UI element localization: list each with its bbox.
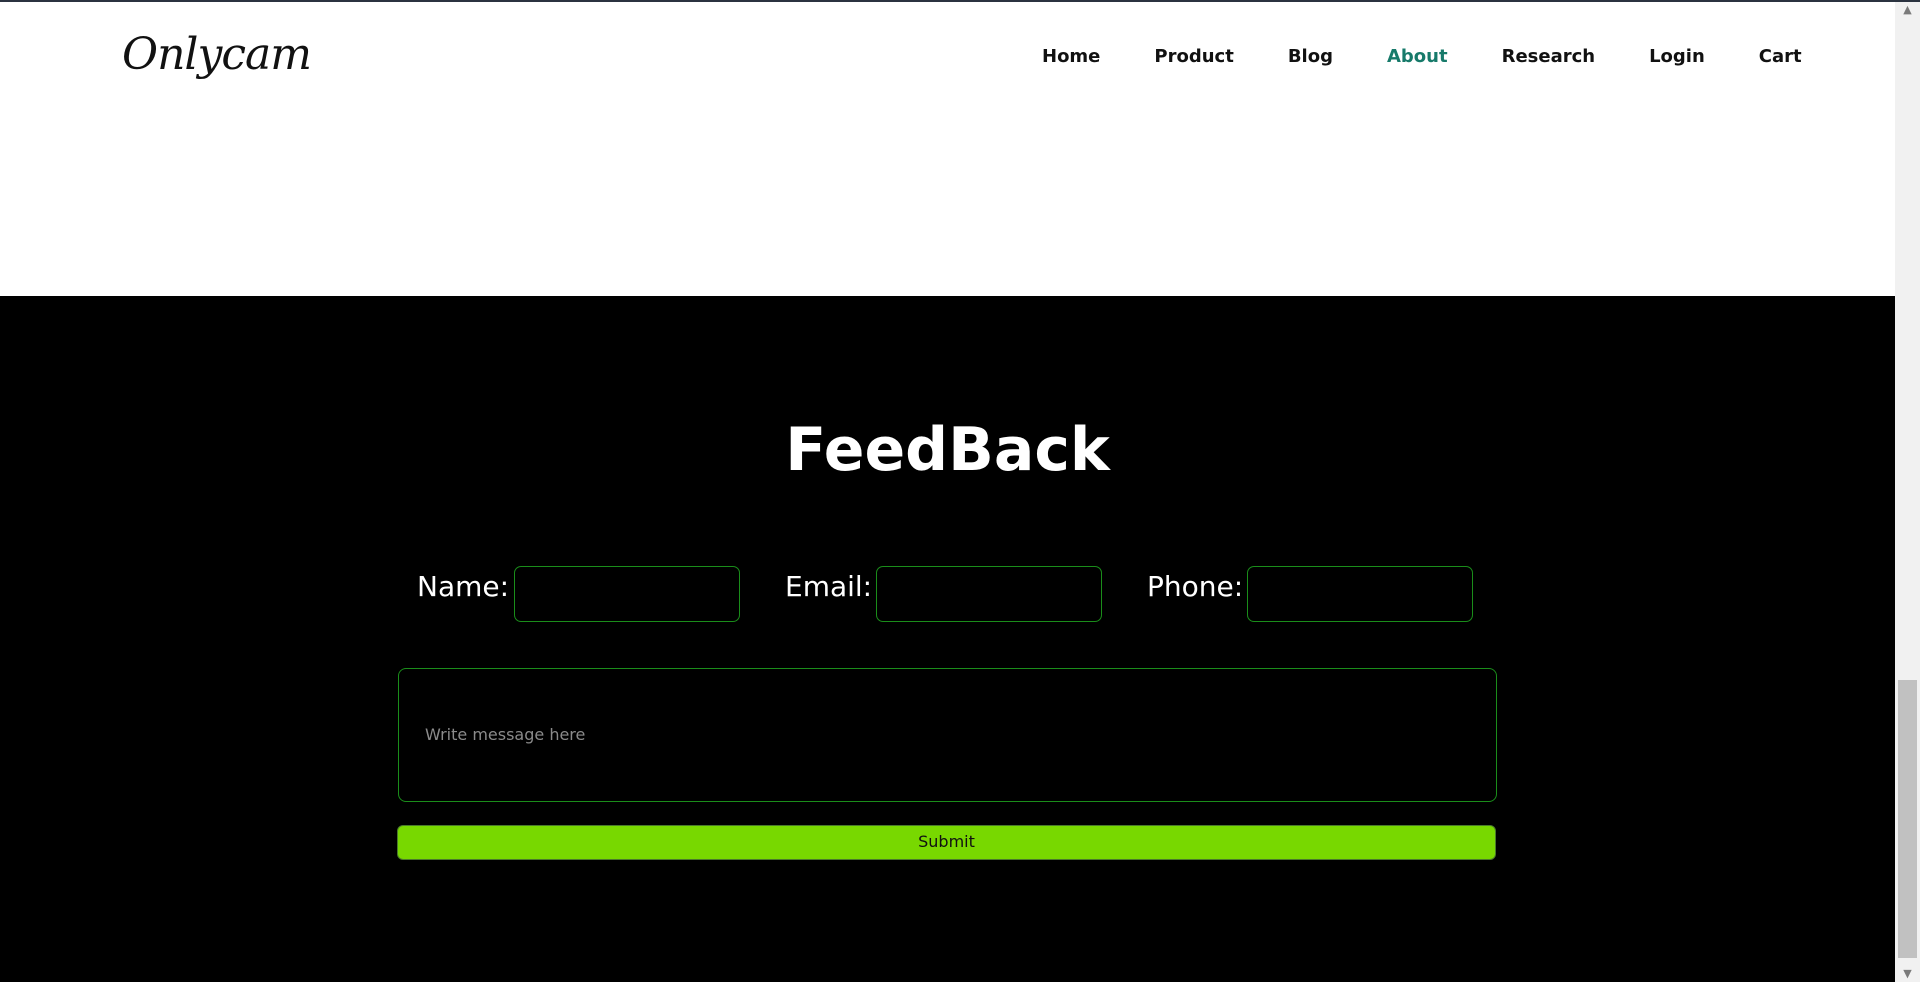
nav-about-link[interactable]: About <box>1387 46 1448 67</box>
vertical-scrollbar[interactable]: ▲ ▼ <box>1895 0 1920 982</box>
page-viewport: Onlycam Home Product Blog About Research… <box>0 0 1895 982</box>
site-logo[interactable]: Onlycam <box>122 29 312 80</box>
main-nav: Home Product Blog About Research Login C… <box>1042 46 1802 67</box>
nav-cart-link[interactable]: Cart <box>1759 46 1802 67</box>
window-top-border <box>0 0 1920 2</box>
email-input[interactable] <box>876 566 1102 622</box>
nav-blog-link[interactable]: Blog <box>1288 46 1333 67</box>
nav-product-link[interactable]: Product <box>1154 46 1233 67</box>
message-textarea[interactable] <box>398 668 1497 802</box>
name-label: Name: <box>417 570 510 603</box>
feedback-section: FeedBack Name: Email: Phone: Submit <box>0 296 1895 982</box>
email-label: Email: <box>785 570 873 603</box>
site-header: Onlycam Home Product Blog About Research… <box>0 2 1895 296</box>
phone-label: Phone: <box>1147 570 1244 603</box>
submit-button[interactable]: Submit <box>397 825 1496 860</box>
nav-home-link[interactable]: Home <box>1042 46 1100 67</box>
name-input[interactable] <box>514 566 740 622</box>
phone-input[interactable] <box>1247 566 1473 622</box>
scrollbar-thumb[interactable] <box>1898 680 1917 958</box>
feedback-title: FeedBack <box>785 415 1110 485</box>
nav-login-link[interactable]: Login <box>1649 46 1705 67</box>
nav-research-link[interactable]: Research <box>1502 46 1596 67</box>
triangle-up-icon[interactable]: ▲ <box>1895 2 1920 18</box>
triangle-down-icon[interactable]: ▼ <box>1895 966 1920 982</box>
